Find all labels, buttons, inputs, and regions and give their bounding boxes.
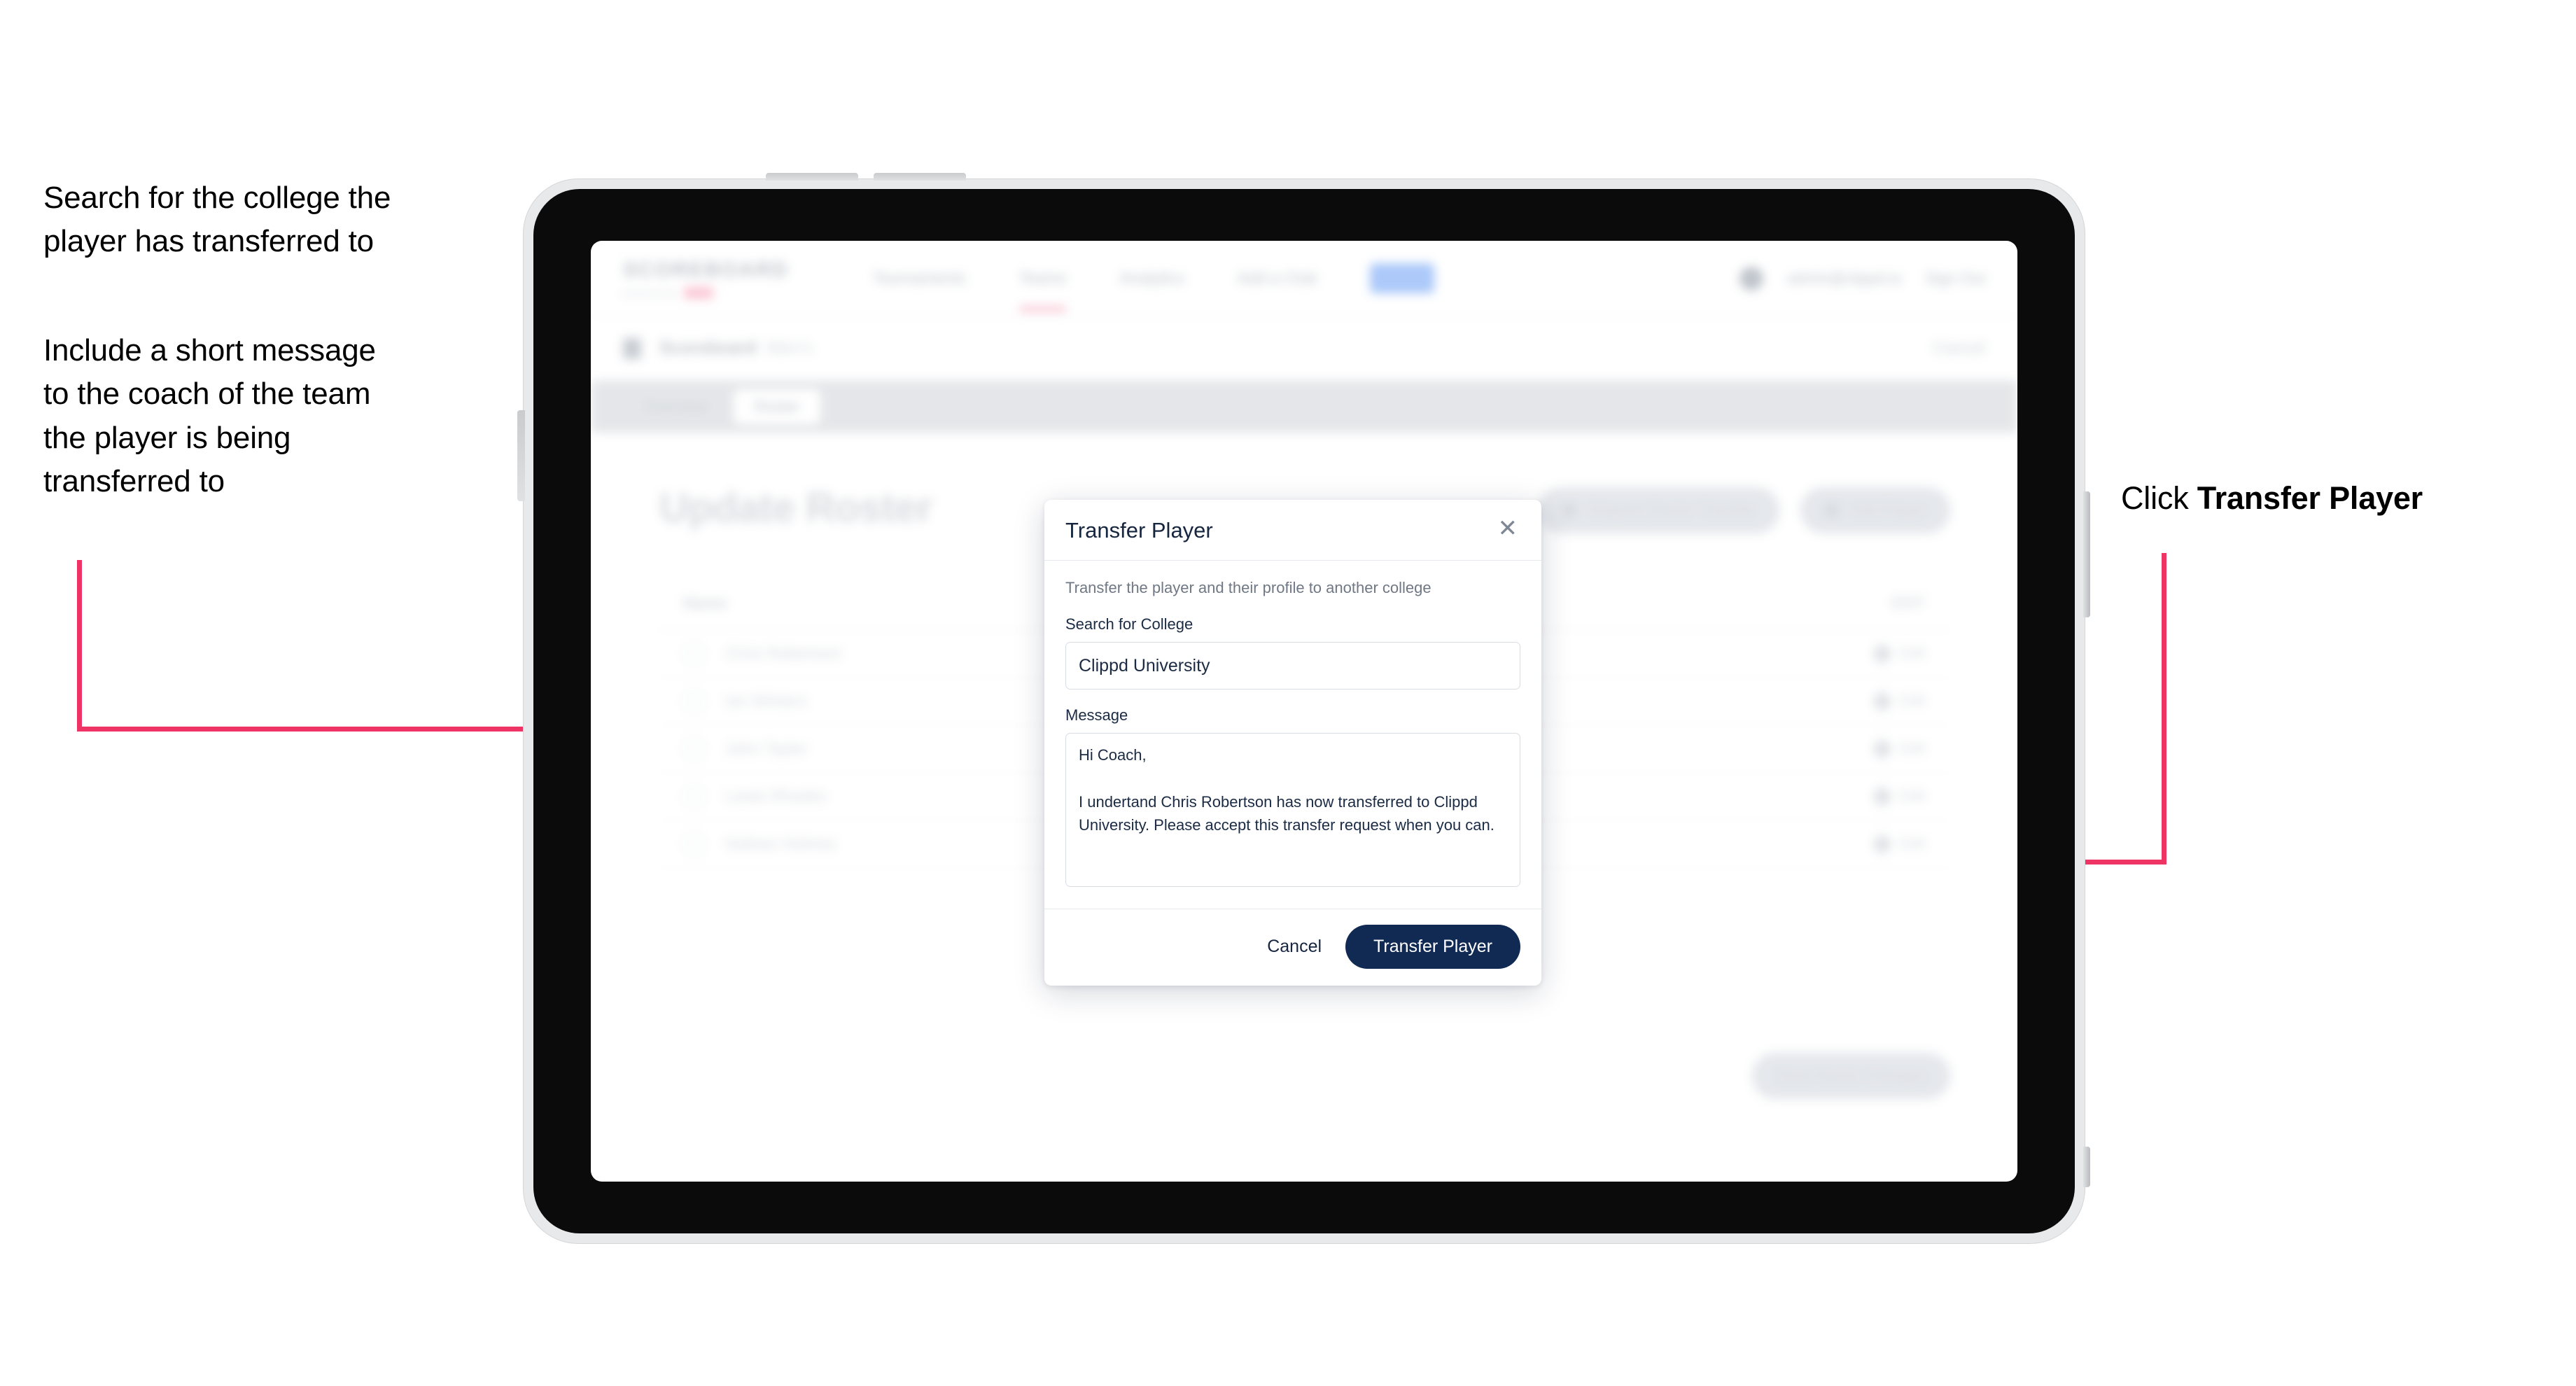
row-checkbox[interactable] (683, 785, 704, 807)
brand-subrow: powered by (623, 286, 789, 299)
volume-up-button[interactable] (766, 173, 858, 181)
brand-logo[interactable]: SCOREBOARD powered by (623, 258, 789, 299)
message-textarea[interactable] (1065, 733, 1520, 887)
save-roster-label: Save Roster Changes (1775, 1067, 1926, 1084)
add-player-button[interactable]: Add Player (1800, 487, 1950, 533)
annotation-arrow-right-vertical (2162, 553, 2166, 864)
pencil-icon (1871, 690, 1893, 713)
pencil-icon (1871, 642, 1893, 665)
brand-badge (684, 286, 714, 299)
player-name: Nathan Holmes (725, 834, 836, 853)
brand-name: SCOREBOARD (623, 258, 789, 281)
save-roster-changes-button[interactable]: Save Roster Changes (1751, 1053, 1950, 1099)
tab-bar: Overview Roster (591, 381, 2017, 433)
row-checkbox[interactable] (683, 690, 704, 712)
modal-subtitle: Transfer the player and their profile to… (1065, 579, 1432, 596)
side-button-upper[interactable] (2083, 491, 2090, 617)
column-header-edit: EDIT (1891, 594, 1925, 611)
row-edit-action[interactable]: Edit (1871, 832, 1925, 855)
cancel-button[interactable]: Cancel (1267, 937, 1322, 957)
edit-label: Edit (1899, 835, 1925, 852)
column-header-name: Name (683, 594, 727, 612)
row-edit-action[interactable]: Edit (1871, 785, 1925, 808)
message-label: Message (1065, 706, 1128, 724)
row-checkbox[interactable] (683, 738, 704, 760)
avatar[interactable] (1740, 266, 1764, 290)
annotation-search-college: Search for the college the player has tr… (43, 181, 391, 259)
annotation-click-transfer: Click Transfer Player (2121, 476, 2555, 521)
user-email: admin@clippd.io (1787, 269, 1902, 287)
transfer-player-button[interactable]: Transfer Player (1345, 925, 1520, 969)
nav-item-analytics[interactable]: Analytics (1119, 269, 1184, 288)
top-navigation-right: admin@clippd.io Sign Out (1740, 266, 1985, 290)
breadcrumb-cancel-link[interactable]: Cancel (1933, 339, 1985, 358)
tab-roster[interactable]: Roster (733, 389, 821, 424)
player-name: Ian Winters (725, 692, 807, 710)
player-name: John Taylor (725, 739, 808, 757)
close-icon[interactable]: ✕ (1495, 517, 1521, 545)
edit-label: Edit (1899, 645, 1925, 662)
modal-body: Transfer the player and their profile to… (1044, 561, 1541, 909)
player-name: Lewis Rhodes (725, 787, 827, 805)
nav-item-tournaments[interactable]: Tournaments (873, 269, 966, 288)
nav-item-teams[interactable]: Teams (1018, 269, 1066, 312)
row-edit-action[interactable]: Edit (1871, 690, 1925, 713)
add-player-label: Add Player (1851, 501, 1926, 519)
row-checkbox[interactable] (683, 833, 704, 855)
pencil-icon (1871, 785, 1893, 808)
brand-subtitle: powered by (623, 287, 678, 298)
plus-icon (1824, 503, 1840, 518)
header-actions: Request Roster Transfer Add Player (1537, 487, 1950, 533)
tab-overview[interactable]: Overview (623, 389, 729, 424)
search-college-input[interactable] (1065, 642, 1520, 690)
search-college-label: Search for College (1065, 615, 1194, 633)
pencil-icon (1871, 832, 1893, 855)
power-button[interactable] (517, 410, 525, 501)
row-edit-action[interactable]: Edit (1871, 737, 1925, 760)
breadcrumb: Scoreboard Men's Cancel (591, 316, 2017, 381)
save-roster-pill[interactable]: Save Roster Changes (1751, 1053, 1950, 1099)
edit-label: Edit (1899, 740, 1925, 757)
edit-label: Edit (1899, 788, 1925, 804)
download-icon (1561, 503, 1577, 518)
edit-label: Edit (1899, 692, 1925, 709)
request-roster-transfer-button[interactable]: Request Roster Transfer (1537, 487, 1780, 533)
annotation-include-message: Include a short message to the coach of … (43, 333, 376, 499)
annotation-arrow-left-vertical (77, 560, 82, 731)
field-spacer (1065, 690, 1520, 706)
shield-icon (623, 337, 641, 359)
modal-title: Transfer Player (1065, 518, 1213, 542)
top-navigation-bar: SCOREBOARD powered by Tournaments Teams … (591, 241, 2017, 316)
top-navigation-links: Tournaments Teams Analytics Add a Club C… (873, 263, 1434, 312)
annotation-click-prefix: Click (2121, 480, 2197, 516)
modal-footer: Cancel Transfer Player (1044, 909, 1541, 986)
breadcrumb-main[interactable]: Scoreboard (659, 338, 757, 358)
breadcrumb-sub: Men's (766, 338, 813, 358)
side-button-lower[interactable] (2083, 1147, 2090, 1187)
annotation-click-emphasis: Transfer Player (2197, 480, 2423, 516)
transfer-player-modal: Transfer Player ✕ Transfer the player an… (1044, 500, 1541, 986)
request-roster-transfer-label: Request Roster Transfer (1588, 501, 1756, 519)
sign-out-link[interactable]: Sign Out (1925, 270, 1985, 288)
screenshot-root: Search for the college the player has tr… (0, 0, 2576, 1386)
row-checkbox[interactable] (683, 643, 704, 664)
pencil-icon (1871, 737, 1893, 760)
player-name: Chris Robertson (725, 644, 842, 662)
volume-down-button[interactable] (874, 173, 966, 181)
page-title: Update Roster (659, 485, 932, 531)
nav-item-club-pill[interactable]: Club (1370, 263, 1434, 293)
row-edit-action[interactable]: Edit (1871, 642, 1925, 665)
modal-header: Transfer Player ✕ (1044, 500, 1541, 561)
nav-item-add-a-club[interactable]: Add a Club (1237, 269, 1317, 288)
